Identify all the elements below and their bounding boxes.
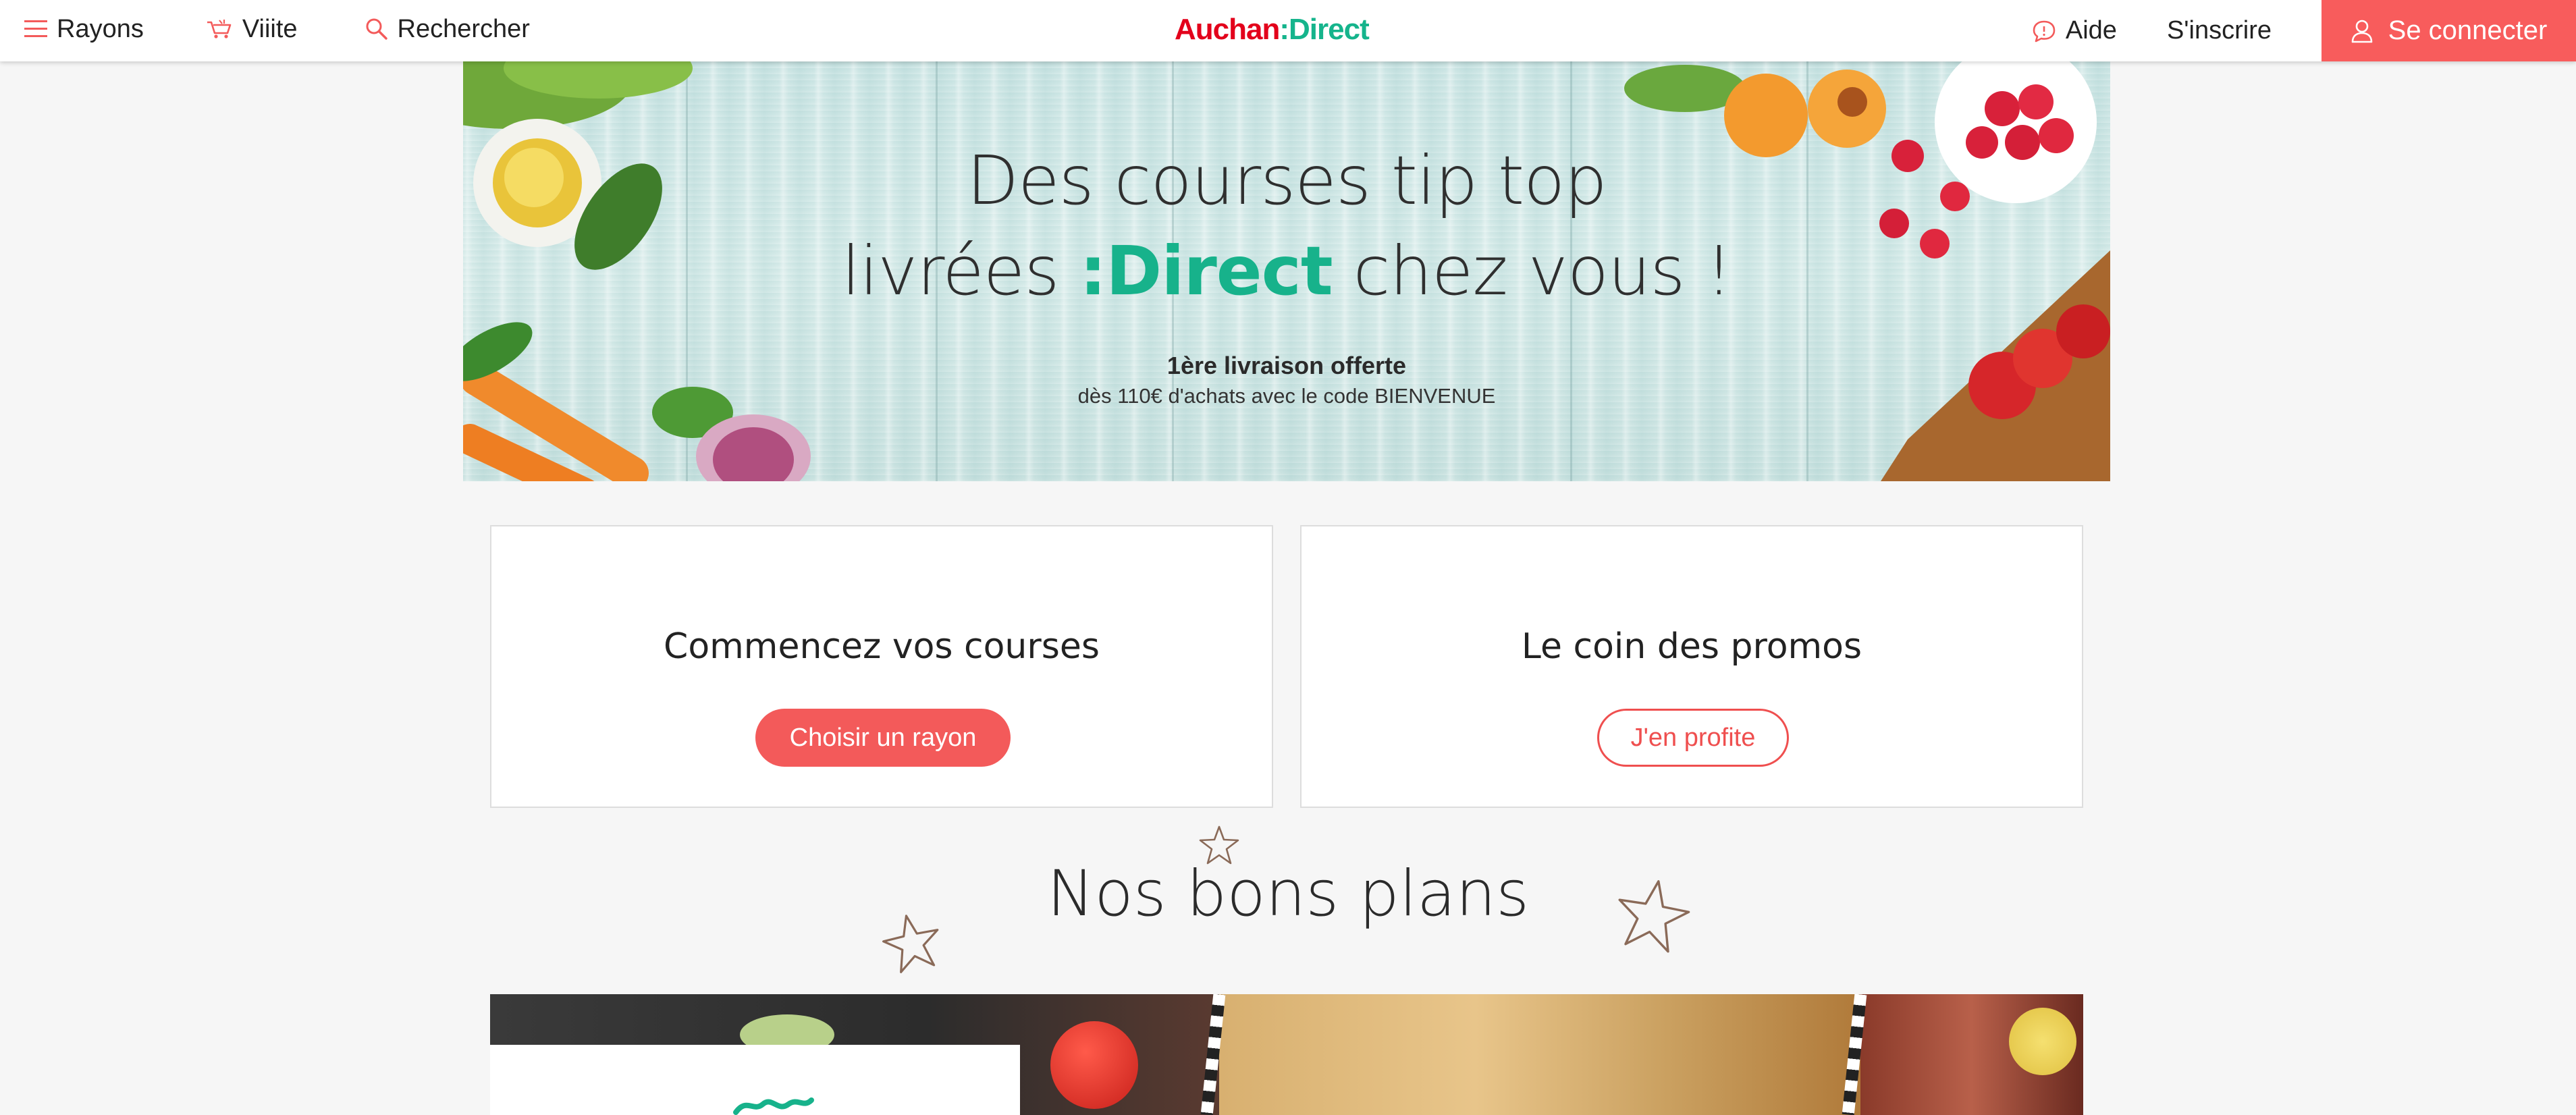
promos-button[interactable]: J'en profite: [1597, 709, 1789, 767]
search-label: Rechercher: [397, 14, 530, 43]
start-shopping-card: Commencez vos courses Choisir un rayon: [490, 525, 1273, 808]
banner-white-panel: [490, 1045, 1020, 1115]
rayons-label: Rayons: [57, 14, 144, 43]
hero-offer-title: 1ère livraison offerte: [1166, 352, 1407, 379]
logo-auchan-text: Auchan: [1175, 13, 1280, 46]
tomato-decoration: [1050, 1021, 1138, 1109]
nav-left-group: Rayons Viiite Rechercher: [24, 0, 597, 58]
choose-aisle-button[interactable]: Choisir un rayon: [755, 709, 1011, 767]
banner-cheese-photo: [1219, 994, 1860, 1115]
hero-banner[interactable]: Des courses tip top livrées :Direct chez…: [463, 61, 2110, 481]
viiite-button[interactable]: Viiite: [206, 15, 298, 44]
menu-icon: [24, 20, 47, 37]
hero-offer-details: dès 110€ d'achats avec le code BIENVENUE: [1077, 384, 1496, 408]
promos-title: Le coin des promos: [1521, 626, 1862, 667]
hero-title-line2-end: chez vous !: [1332, 232, 1733, 310]
section-title-bons-plans: Nos bons plans: [1046, 857, 1530, 931]
signup-label: S'inscrire: [2166, 16, 2272, 45]
help-label: Aide: [2065, 16, 2117, 45]
lemon-decoration: [2009, 1008, 2076, 1075]
cart-icon: [207, 20, 232, 38]
hero-title-accent: :Direct: [1079, 232, 1333, 310]
promos-card: Le coin des promos J'en profite: [1300, 525, 2083, 808]
login-button[interactable]: Se connecter: [2322, 0, 2576, 61]
hero-title-line2: livrées :Direct chez vous !: [463, 226, 2110, 317]
viiite-label: Viiite: [242, 14, 298, 43]
rayons-menu-button[interactable]: Rayons: [24, 15, 144, 44]
search-icon: [366, 18, 387, 40]
user-icon: [2351, 20, 2372, 43]
search-button[interactable]: Rechercher: [365, 15, 530, 44]
login-label: Se connecter: [2388, 16, 2548, 45]
nav-right-group: Aide S'inscrire Se connecter: [2032, 0, 2576, 61]
hero-title-line2-start: livrées: [841, 232, 1080, 310]
bons-plans-banner[interactable]: [490, 994, 2083, 1115]
chat-bubble-icon: [2033, 20, 2056, 42]
signup-link[interactable]: S'inscrire: [2167, 16, 2272, 45]
auchan-direct-logo[interactable]: Auchan: Direct: [1175, 11, 1370, 49]
logo-separator: :: [1279, 13, 1289, 46]
start-shopping-title: Commencez vos courses: [664, 626, 1100, 667]
top-navigation-bar: Rayons Viiite Rechercher Auchan:Direct: [0, 0, 2576, 61]
wave-logo-icon: [733, 1097, 814, 1115]
hero-title-line1: Des courses tip top: [967, 141, 1607, 220]
help-button[interactable]: Aide: [2032, 16, 2117, 45]
logo-direct-text: Direct: [1289, 13, 1370, 46]
hero-headline: Des courses tip top livrées :Direct chez…: [463, 136, 2110, 317]
